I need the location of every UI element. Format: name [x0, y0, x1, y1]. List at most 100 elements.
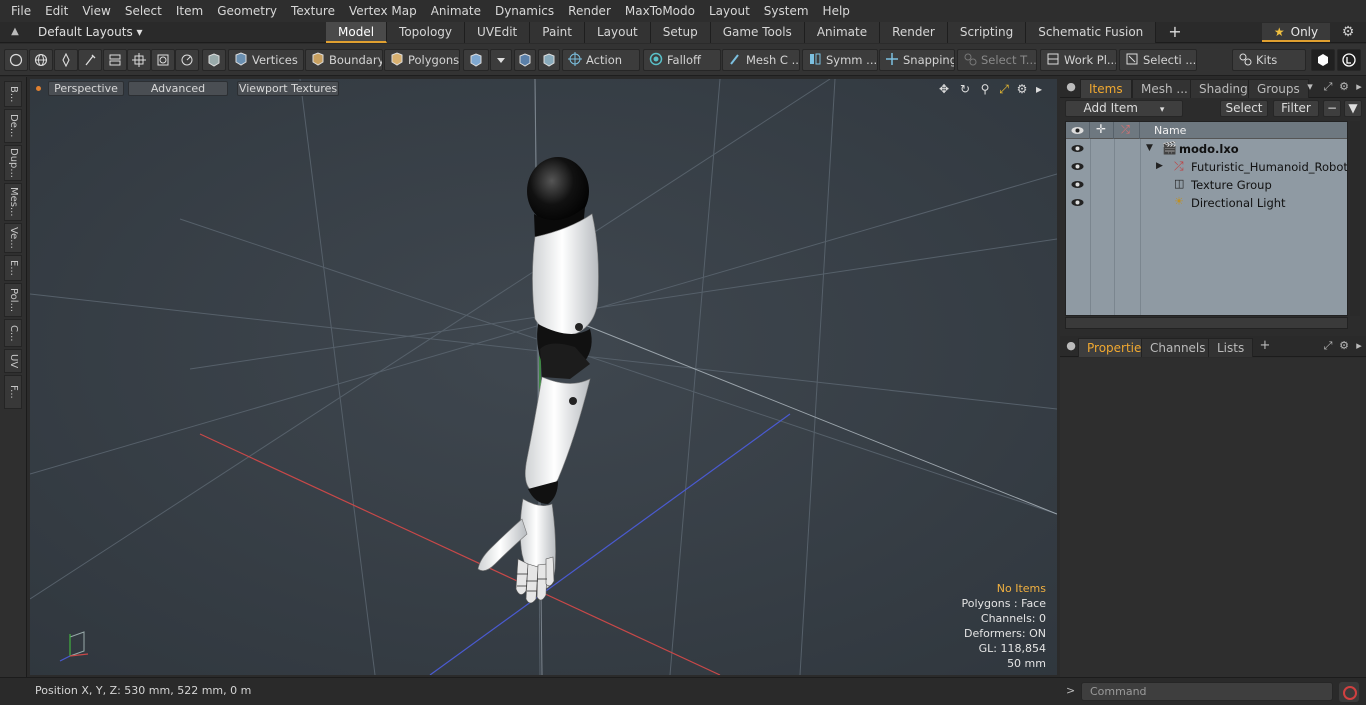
menu-item[interactable]: Item: [169, 0, 210, 22]
layout-selector[interactable]: Default Layouts ▾: [32, 24, 149, 41]
viewport-textures-button[interactable]: Viewport Textures: [237, 81, 339, 96]
select-through-button[interactable]: Select T...: [957, 49, 1037, 71]
viewport-menu-dot-icon[interactable]: [36, 86, 41, 91]
tabs-dropdown-icon[interactable]: ▾: [1303, 80, 1317, 94]
item-row-directional-light[interactable]: ☀ Directional Light: [1066, 194, 1347, 212]
panel-dot-icon[interactable]: ●: [1064, 339, 1078, 353]
shield-gear-button[interactable]: [538, 49, 560, 71]
polygons-button[interactable]: Polygons: [384, 49, 460, 71]
record-macro-button[interactable]: [1339, 682, 1359, 702]
menu-file[interactable]: File: [4, 0, 38, 22]
work-plane-button[interactable]: Work Pl...: [1040, 49, 1117, 71]
tab-schematic-fusion[interactable]: Schematic Fusion: [1026, 22, 1157, 43]
symmetry-button[interactable]: Symm ...: [802, 49, 878, 71]
tab-game-tools[interactable]: Game Tools: [710, 22, 805, 43]
eye-icon[interactable]: [1071, 197, 1084, 208]
boundary-button[interactable]: Boundary: [305, 49, 383, 71]
name-column-header[interactable]: Name: [1154, 124, 1186, 137]
strip-tab-uv[interactable]: UV: [4, 349, 22, 373]
menu-dynamics[interactable]: Dynamics: [488, 0, 561, 22]
snapping-button[interactable]: Snapping: [879, 49, 955, 71]
item-row-scene[interactable]: ▼ 🎬 modo.lxo: [1066, 140, 1347, 158]
tab-scripting[interactable]: Scripting: [947, 22, 1027, 43]
tab-render[interactable]: Render: [880, 22, 948, 43]
strip-tab-vertex[interactable]: Ve...: [4, 223, 22, 253]
lock-column-header[interactable]: ✛: [1090, 122, 1114, 139]
strip-tab-deform[interactable]: De...: [4, 109, 22, 143]
type-column-header[interactable]: ⤮: [1114, 122, 1140, 139]
menu-texture[interactable]: Texture: [284, 0, 342, 22]
zoom-icon[interactable]: ⚲: [977, 81, 993, 97]
items-vertical-scrollbar[interactable]: [1350, 121, 1360, 316]
menu-maxtomodo[interactable]: MaxToModo: [618, 0, 702, 22]
funnel-icon[interactable]: ▼: [1344, 100, 1362, 117]
menu-layout[interactable]: Layout: [702, 0, 757, 22]
only-button[interactable]: ★ Only: [1262, 23, 1330, 42]
select-button[interactable]: Select: [1220, 100, 1268, 117]
menu-animate[interactable]: Animate: [424, 0, 488, 22]
tab-model[interactable]: Model: [326, 22, 388, 43]
layout-expand-icon[interactable]: ▲: [8, 25, 22, 39]
eye-icon[interactable]: [1071, 179, 1084, 190]
pen-tool-button[interactable]: [54, 49, 78, 71]
brush-tool-button[interactable]: [78, 49, 102, 71]
strip-tab-edge[interactable]: E...: [4, 255, 22, 281]
command-input[interactable]: Command: [1081, 682, 1333, 701]
expand-triangle-icon[interactable]: ▼: [1146, 143, 1153, 153]
select-circle-button[interactable]: [4, 49, 28, 71]
mesh-constraint-button[interactable]: Mesh C ...: [722, 49, 800, 71]
tab-animate[interactable]: Animate: [804, 22, 881, 43]
tab-channels[interactable]: Channels: [1141, 338, 1215, 357]
menu-select[interactable]: Select: [118, 0, 169, 22]
advanced-button[interactable]: Advanced: [128, 81, 228, 96]
orbit-icon[interactable]: ↻: [957, 81, 973, 97]
symmetry-shield-button[interactable]: [514, 49, 536, 71]
selection-sets-button[interactable]: Selecti ...: [1119, 49, 1197, 71]
item-mode-button[interactable]: [202, 49, 226, 71]
menu-geometry[interactable]: Geometry: [210, 0, 284, 22]
panel-dot-icon[interactable]: ●: [1064, 80, 1078, 94]
material-button[interactable]: [463, 49, 489, 71]
falloff-button[interactable]: Falloff: [643, 49, 721, 71]
strip-tab-duplicate[interactable]: Dup...: [4, 145, 22, 181]
panel-arrow-icon[interactable]: ▸: [1352, 339, 1366, 353]
panel-gear-icon[interactable]: ⚙: [1337, 80, 1351, 94]
center-tool-button[interactable]: [127, 49, 151, 71]
menu-render[interactable]: Render: [561, 0, 618, 22]
add-tab-button[interactable]: +: [1258, 339, 1272, 353]
add-tab-button[interactable]: +: [1156, 22, 1181, 43]
item-row-robot[interactable]: ▶ ⤮ Futuristic_Humanoid_Robot_ ...: [1066, 158, 1347, 176]
strip-tab-curve[interactable]: C...: [4, 319, 22, 347]
pan-icon[interactable]: ✥: [936, 81, 952, 97]
material-dropdown[interactable]: [490, 49, 512, 71]
strip-tab-fusion[interactable]: F...: [4, 375, 22, 409]
tab-layout[interactable]: Layout: [584, 22, 651, 43]
kits-button[interactable]: Kits: [1232, 49, 1306, 71]
action-center-button[interactable]: Action: [562, 49, 640, 71]
collapse-icon[interactable]: −: [1323, 100, 1341, 117]
gear-icon[interactable]: ⚙: [1338, 24, 1358, 41]
unity-button[interactable]: [1311, 49, 1335, 71]
strip-tab-mesh-edit[interactable]: Mes...: [4, 183, 22, 221]
panel-arrow-icon[interactable]: ▸: [1352, 80, 1366, 94]
add-item-button[interactable]: Add Item ▾: [1065, 100, 1183, 117]
panel-expand-icon[interactable]: ⤢: [1321, 339, 1335, 353]
expand-triangle-icon[interactable]: ▶: [1156, 161, 1163, 171]
strip-tab-basic[interactable]: B...: [4, 81, 22, 107]
items-horizontal-scrollbar[interactable]: [1065, 317, 1348, 329]
menu-help[interactable]: Help: [816, 0, 857, 22]
panel-expand-icon[interactable]: ⤢: [1321, 80, 1335, 94]
tab-setup[interactable]: Setup: [650, 22, 711, 43]
vertices-button[interactable]: Vertices: [228, 49, 304, 71]
viewport-play-icon[interactable]: ▸: [1031, 81, 1047, 97]
tab-items[interactable]: Items: [1080, 79, 1132, 98]
menu-view[interactable]: View: [75, 0, 117, 22]
tab-lists[interactable]: Lists: [1208, 338, 1254, 357]
tab-uvedit[interactable]: UVEdit: [465, 22, 531, 43]
unreal-button[interactable]: [1337, 49, 1361, 71]
menu-vertex-map[interactable]: Vertex Map: [342, 0, 424, 22]
eye-icon[interactable]: [1071, 143, 1084, 154]
maximize-icon[interactable]: ⤢: [996, 81, 1012, 97]
menu-system[interactable]: System: [757, 0, 816, 22]
align-tool-button[interactable]: [103, 49, 127, 71]
